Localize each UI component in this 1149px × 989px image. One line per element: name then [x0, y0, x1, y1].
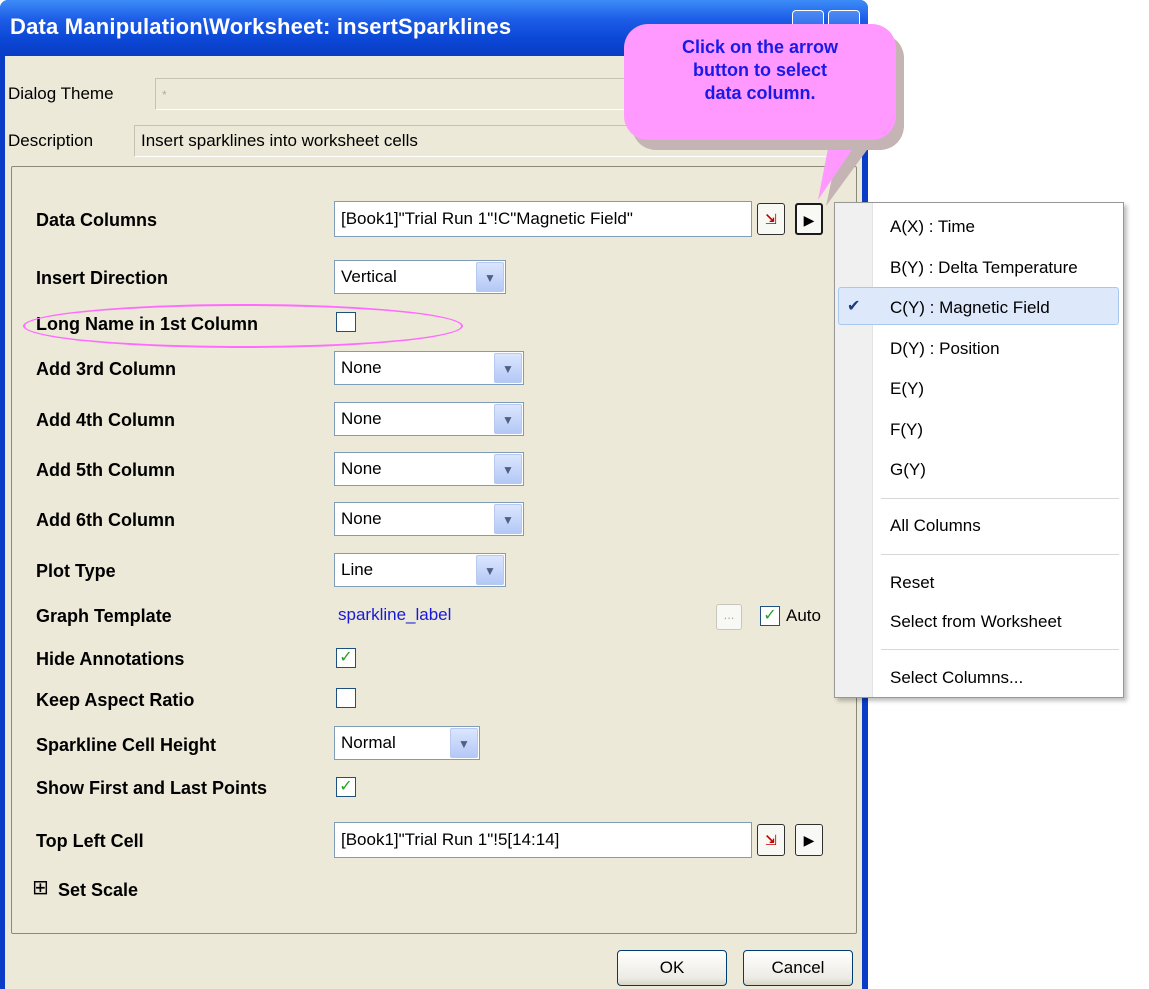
check-icon: ✓: [339, 649, 353, 666]
add-3rd-column-label: Add 3rd Column: [36, 359, 176, 379]
top-left-cell-label: Top Left Cell: [36, 831, 144, 851]
chevron-down-icon[interactable]: ▼: [494, 404, 522, 434]
plot-type-select[interactable]: Line ▼: [334, 553, 506, 587]
menu-item-g[interactable]: G(Y): [890, 460, 926, 480]
plot-type-label: Plot Type: [36, 561, 116, 581]
chevron-down-icon[interactable]: ▼: [494, 353, 522, 383]
top-left-arrow-button[interactable]: ▶: [795, 824, 823, 856]
ok-button[interactable]: OK: [617, 950, 727, 986]
data-columns-input[interactable]: [Book1]"Trial Run 1"!C"Magnetic Field": [334, 201, 752, 237]
hide-annotations-label: Hide Annotations: [36, 649, 185, 669]
menu-item-f[interactable]: F(Y): [890, 420, 923, 440]
add-3rd-column-select[interactable]: None ▼: [334, 351, 524, 385]
check-icon: ✓: [763, 607, 777, 624]
graph-template-browse-button[interactable]: ...: [716, 604, 742, 630]
hide-annotations-checkbox[interactable]: ✓: [336, 648, 356, 668]
menu-item-position[interactable]: D(Y) : Position: [890, 339, 1000, 359]
first-last-label: Show First and Last Points: [36, 778, 268, 798]
add-6th-column-value: None: [341, 509, 382, 528]
data-columns-pick-button[interactable]: ⇲: [757, 203, 785, 235]
check-icon: ✓: [339, 778, 353, 795]
ellipsis-label: ...: [723, 607, 735, 622]
callout-line-1: Click on the arrow: [681, 37, 839, 57]
menu-separator: [881, 554, 1119, 555]
menu-separator: [881, 498, 1119, 499]
chevron-down-icon[interactable]: ▼: [476, 555, 504, 585]
cell-height-value: Normal: [341, 733, 396, 752]
triangle-right-icon: ▶: [803, 212, 815, 228]
insert-direction-label: Insert Direction: [36, 268, 169, 288]
plot-type-value: Line: [341, 560, 374, 579]
menu-item-e[interactable]: E(Y): [890, 379, 924, 399]
window-title: Data Manipulation\Worksheet: insertSpark…: [10, 14, 512, 39]
add-6th-column-label: Add 6th Column: [36, 510, 175, 530]
triangle-right-icon: ▶: [803, 832, 815, 848]
add-5th-column-label: Add 5th Column: [36, 460, 175, 480]
insert-direction-value: Vertical: [341, 267, 397, 286]
menu-item-all-columns[interactable]: All Columns: [890, 516, 981, 536]
check-icon: ✔: [847, 298, 861, 315]
menu-item-delta-temperature[interactable]: B(Y) : Delta Temperature: [890, 258, 1078, 278]
menu-gutter: [835, 203, 873, 697]
menu-item-reset[interactable]: Reset: [890, 573, 934, 593]
data-columns-arrow-button[interactable]: ▶: [795, 203, 823, 235]
menu-separator: [881, 649, 1119, 650]
cancel-button[interactable]: Cancel: [743, 950, 853, 986]
add-3rd-column-value: None: [341, 358, 382, 377]
description-label: Description: [8, 131, 94, 150]
add-5th-column-value: None: [341, 459, 382, 478]
insert-direction-select[interactable]: Vertical ▼: [334, 260, 506, 294]
add-4th-column-label: Add 4th Column: [36, 410, 175, 430]
data-columns-value: [Book1]"Trial Run 1"!C"Magnetic Field": [341, 209, 633, 228]
dialog-theme-label: Dialog Theme: [8, 84, 114, 103]
top-left-cell-input[interactable]: [Book1]"Trial Run 1"!5[14:14]: [334, 822, 752, 858]
keep-aspect-ratio-checkbox[interactable]: [336, 688, 356, 708]
add-6th-column-select[interactable]: None ▼: [334, 502, 524, 536]
chevron-down-icon[interactable]: ▼: [494, 454, 522, 484]
menu-item-time[interactable]: A(X) : Time: [890, 217, 975, 237]
dialog-theme-value: *: [162, 88, 167, 102]
data-columns-label: Data Columns: [36, 210, 158, 230]
callout-line-2: button to select: [693, 60, 827, 80]
callout-text: Click on the arrow button to select data…: [624, 36, 896, 105]
select-range-icon: ⇲: [765, 211, 777, 227]
graph-template-label: Graph Template: [36, 606, 172, 626]
menu-item-select-from-worksheet[interactable]: Select from Worksheet: [890, 612, 1062, 632]
add-5th-column-select[interactable]: None ▼: [334, 452, 524, 486]
callout-line-3: data column.: [704, 83, 816, 103]
auto-label: Auto: [786, 606, 821, 625]
highlight-ellipse: [23, 304, 463, 348]
add-4th-column-value: None: [341, 409, 382, 428]
keep-aspect-ratio-label: Keep Aspect Ratio: [36, 690, 195, 710]
chevron-down-icon[interactable]: ▼: [494, 504, 522, 534]
expand-plus-icon[interactable]: ⊞: [32, 878, 49, 898]
chevron-down-icon[interactable]: ▼: [450, 728, 478, 758]
select-range-icon: ⇲: [765, 832, 777, 848]
top-left-pick-button[interactable]: ⇲: [757, 824, 785, 856]
first-last-checkbox[interactable]: ✓: [336, 777, 356, 797]
graph-template-value[interactable]: sparkline_label: [338, 605, 451, 625]
cell-height-label: Sparkline Cell Height: [36, 735, 217, 755]
auto-checkbox[interactable]: ✓: [760, 606, 780, 626]
top-left-cell-value: [Book1]"Trial Run 1"!5[14:14]: [341, 830, 560, 849]
add-4th-column-select[interactable]: None ▼: [334, 402, 524, 436]
menu-item-magnetic-field[interactable]: C(Y) : Magnetic Field: [890, 298, 1050, 318]
set-scale-label[interactable]: Set Scale: [58, 880, 138, 901]
menu-item-select-columns[interactable]: Select Columns...: [890, 668, 1023, 688]
column-popup-menu: ✔ A(X) : Time B(Y) : Delta Temperature C…: [834, 202, 1124, 698]
chevron-down-icon[interactable]: ▼: [476, 262, 504, 292]
description-value: Insert sparklines into worksheet cells: [141, 131, 418, 150]
cell-height-select[interactable]: Normal ▼: [334, 726, 480, 760]
